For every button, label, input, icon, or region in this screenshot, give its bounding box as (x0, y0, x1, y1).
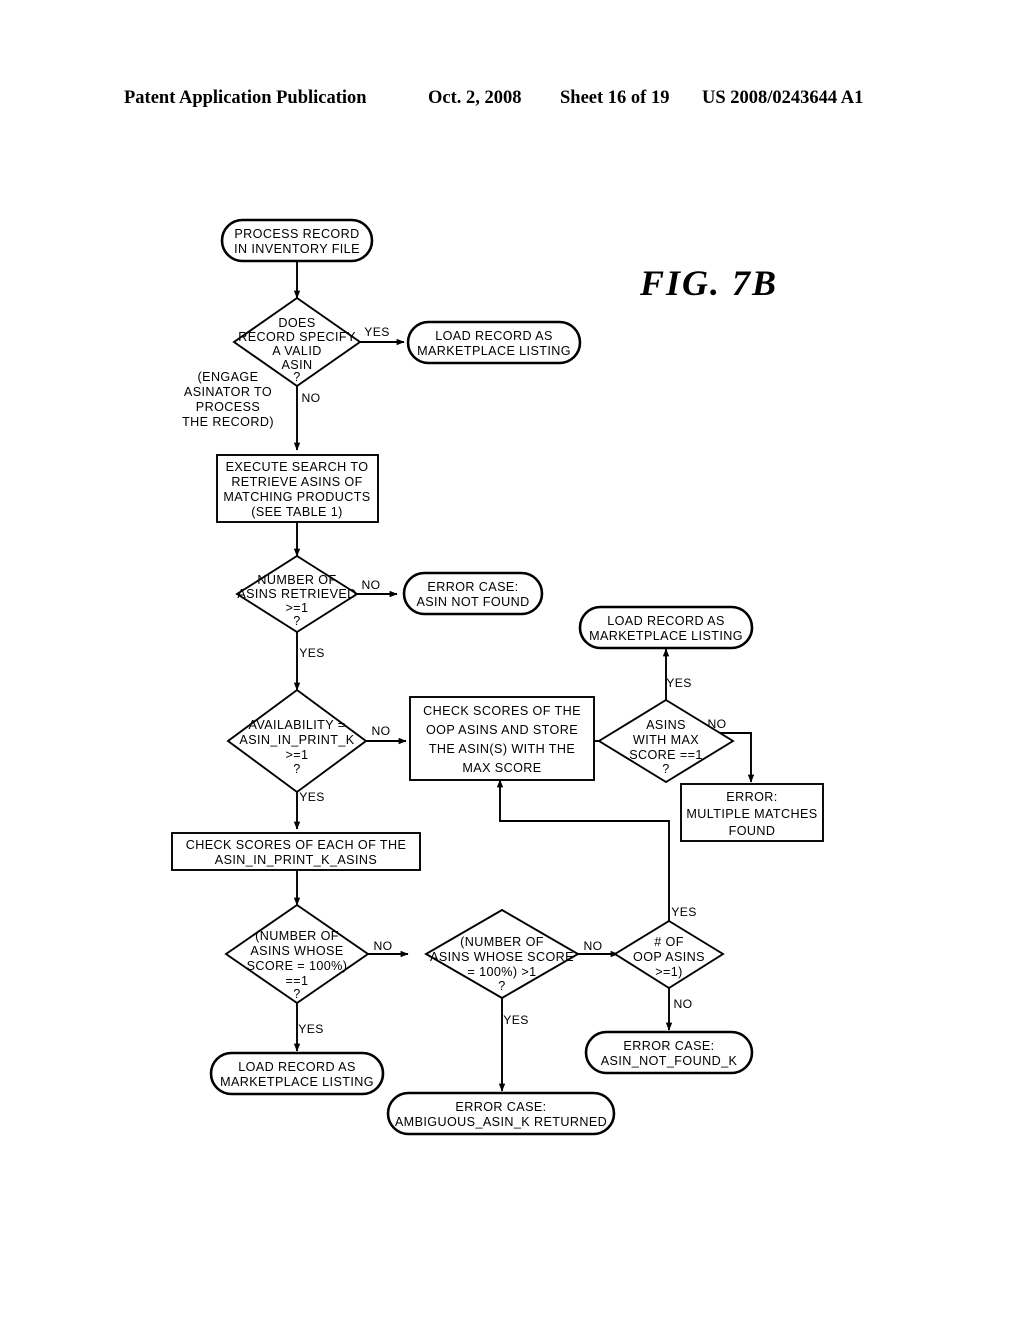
node-load-record-as-marketplace-listing-top: LOAD RECORD AS MARKETPLACE LISTING (406, 320, 582, 365)
edge-label-yes-3: YES (299, 790, 325, 804)
annotation-engage-asinator: (ENGAGE ASINATOR TO PROCESS THE RECORD) (182, 370, 274, 429)
node-n6-line-1: ERROR CASE: (427, 580, 518, 594)
node-error-case-ambiguous-asin-k-returned: ERROR CASE: AMBIGUOUS_ASIN_K RETURNED (386, 1091, 616, 1136)
edge-n15-n8-yes (496, 779, 670, 921)
node-n18-line-1: ERROR CASE: (623, 1039, 714, 1053)
node-n13-line-5: ? (293, 987, 300, 1001)
edge-label-yes-2: YES (299, 646, 325, 660)
node-n3-line-1: LOAD RECORD AS (435, 329, 553, 343)
node-error-multiple-matches-found: ERROR: MULTIPLE MATCHES FOUND (680, 783, 824, 842)
node-error-case-asin-not-found-k: ERROR CASE: ASIN_NOT_FOUND_K (584, 1030, 754, 1075)
node-load-record-as-marketplace-listing-right: LOAD RECORD AS MARKETPLACE LISTING (578, 605, 754, 650)
edge-label-no-5: NO (373, 939, 392, 953)
node-availability-asin-in-print-k: AVAILABILITY = ASIN_IN_PRINT_K >=1 ? (226, 688, 368, 794)
node-n8-line-3: THE ASIN(S) WITH THE (429, 742, 575, 756)
node-check-scores-oop-asins: CHECK SCORES OF THE OOP ASINS AND STORE … (409, 696, 595, 781)
node-n11-line-1: ERROR: (726, 790, 777, 804)
edge-label-no-6: NO (583, 939, 602, 953)
node-n12-line-2: ASIN_IN_PRINT_K_ASINS (215, 853, 377, 867)
node-n10-line-2: MARKETPLACE LISTING (589, 629, 743, 643)
node-n5-line-4: ? (293, 614, 300, 628)
edge-label-no-3: NO (371, 724, 390, 738)
edge-label-no-7: NO (673, 997, 692, 1011)
node-n17-line-2: AMBIGUOUS_ASIN_K RETURNED (395, 1115, 607, 1129)
node-n2-line-3: A VALID (272, 344, 321, 358)
node-n10-line-1: LOAD RECORD AS (607, 614, 725, 628)
node-n4-line-1: EXECUTE SEARCH TO (226, 460, 369, 474)
node-n5-line-3: >=1 (286, 601, 309, 615)
node-n12-line-1: CHECK SCORES OF EACH OF THE (186, 838, 407, 852)
node-n13-line-1: (NUMBER OF (255, 929, 339, 943)
edge-label-no-2: NO (361, 578, 380, 592)
edge-label-no-1: NO (301, 391, 320, 405)
annotation-line-3: PROCESS (196, 400, 260, 414)
node-n18-line-2: ASIN_NOT_FOUND_K (601, 1054, 738, 1068)
node-n4-line-2: RETRIEVE ASINS OF (231, 475, 362, 489)
node-n4-line-3: MATCHING PRODUCTS (223, 490, 370, 504)
node-n9-line-2: WITH MAX (633, 733, 699, 747)
node-n14-line-1: (NUMBER OF (460, 935, 544, 949)
patent-page: Patent Application Publication Oct. 2, 2… (0, 0, 1024, 1320)
node-n1-line-1: PROCESS RECORD (234, 227, 359, 241)
node-n5-line-1: NUMBER OF (257, 573, 336, 587)
node-n11-line-3: FOUND (729, 824, 776, 838)
node-n2-line-1: DOES (278, 316, 315, 330)
annotation-line-4: THE RECORD) (182, 415, 274, 429)
node-number-asins-score-100-eq1: (NUMBER OF ASINS WHOSE SCORE = 100%) ==1… (224, 903, 370, 1005)
node-n9-line-4: ? (662, 762, 669, 776)
node-n8-line-2: OOP ASINS AND STORE (426, 723, 578, 737)
node-n3-line-2: MARKETPLACE LISTING (417, 344, 571, 358)
node-n14-line-2: ASINS WHOSE SCORE (430, 950, 574, 964)
node-n14-line-3: = 100%) >1 (467, 965, 536, 979)
flowchart-diagram: YES NO NO YES NO YES YES NO YES NO YES N… (171, 218, 824, 1136)
node-n7-line-4: ? (293, 762, 300, 776)
node-n8-line-1: CHECK SCORES OF THE (423, 704, 581, 718)
edge-label-yes-1: YES (364, 325, 390, 339)
edge-label-yes-7: YES (671, 905, 697, 919)
node-n15-line-2: OOP ASINS (633, 950, 705, 964)
node-n7-line-1: AVAILABILITY = (249, 718, 346, 732)
node-process-record-in-inventory-file: PROCESS RECORD IN INVENTORY FILE (220, 218, 374, 263)
edge-label-yes-5: YES (298, 1022, 324, 1036)
node-execute-search-retrieve-asins: EXECUTE SEARCH TO RETRIEVE ASINS OF MATC… (216, 454, 379, 523)
node-n6-line-2: ASIN NOT FOUND (416, 595, 529, 609)
annotation-line-2: ASINATOR TO (184, 385, 272, 399)
node-n14-line-4: ? (498, 979, 505, 993)
node-n1-line-2: IN INVENTORY FILE (234, 242, 360, 256)
node-n13-line-4: ==1 (286, 974, 309, 988)
node-n13-line-3: SCORE = 100%) (247, 959, 348, 973)
node-n2-line-2: RECORD SPECIFY (238, 330, 356, 344)
node-n7-line-2: ASIN_IN_PRINT_K (239, 733, 354, 747)
node-n11-line-2: MULTIPLE MATCHES (686, 807, 817, 821)
node-number-of-asins-retrieved: NUMBER OF ASINS RETRIEVED >=1 ? (235, 554, 359, 634)
node-load-record-as-marketplace-listing-bottom: LOAD RECORD AS MARKETPLACE LISTING (209, 1051, 385, 1096)
node-number-of-oop-asins: # OF OOP ASINS >=1) (613, 919, 725, 990)
node-n16-line-1: LOAD RECORD AS (238, 1060, 356, 1074)
node-n15-line-1: # OF (654, 935, 684, 949)
node-n15-line-3: >=1) (655, 965, 683, 979)
edge-label-yes-4: YES (666, 676, 692, 690)
node-n7-line-3: >=1 (286, 748, 309, 762)
node-asins-with-max-score: ASINS WITH MAX SCORE ==1 ? (597, 698, 735, 784)
node-n2-line-5: ? (293, 370, 300, 384)
node-n9-line-3: SCORE ==1 (629, 748, 703, 762)
node-n17-line-1: ERROR CASE: (455, 1100, 546, 1114)
node-n5-line-2: ASINS RETRIEVED (237, 587, 356, 601)
node-n4-line-4: (SEE TABLE 1) (251, 505, 343, 519)
edge-label-yes-6: YES (503, 1013, 529, 1027)
node-number-asins-score-100-gt1: (NUMBER OF ASINS WHOSE SCORE = 100%) >1 … (424, 908, 580, 1000)
node-n13-line-2: ASINS WHOSE (250, 944, 343, 958)
node-n9-line-1: ASINS (646, 718, 686, 732)
node-check-scores-asin-in-print-k-asins: CHECK SCORES OF EACH OF THE ASIN_IN_PRIN… (171, 832, 421, 871)
node-n8-line-4: MAX SCORE (462, 761, 541, 775)
node-n16-line-2: MARKETPLACE LISTING (220, 1075, 374, 1089)
annotation-line-1: (ENGAGE (198, 370, 259, 384)
node-error-case-asin-not-found: ERROR CASE: ASIN NOT FOUND (402, 571, 544, 616)
